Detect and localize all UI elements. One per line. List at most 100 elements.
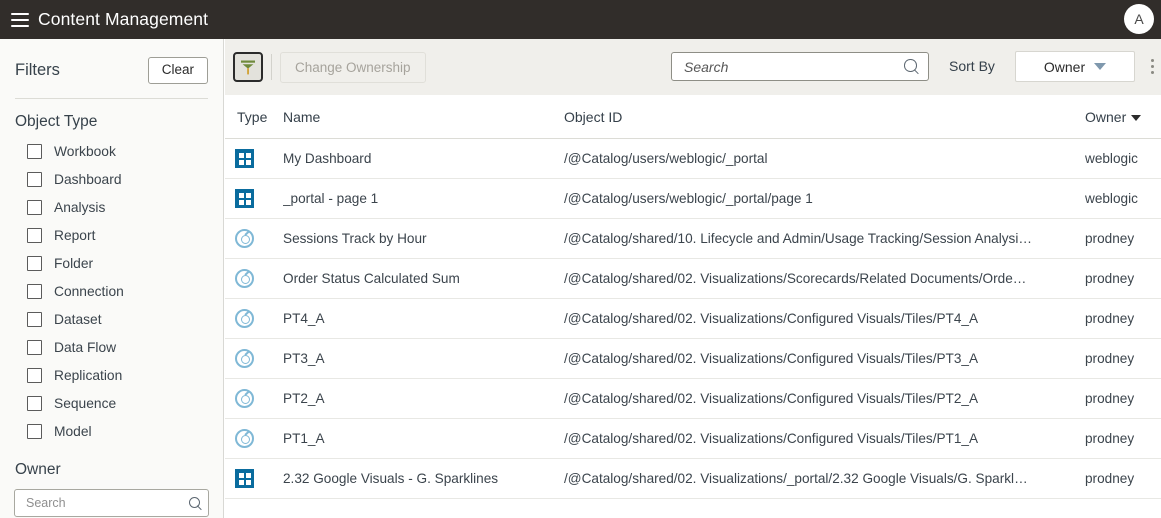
- table-row[interactable]: _portal - page 1 /@Catalog/users/weblogi…: [225, 179, 1161, 219]
- row-owner: prodney: [1085, 311, 1135, 326]
- analysis-icon: [235, 389, 254, 408]
- filter-item-replication[interactable]: Replication: [0, 361, 223, 389]
- hamburger-icon[interactable]: [11, 12, 29, 27]
- filter-item-data-flow[interactable]: Data Flow: [0, 333, 223, 361]
- sort-by-value: Owner: [1043, 58, 1086, 75]
- row-type-cell: [225, 229, 283, 248]
- filter-item-connection[interactable]: Connection: [0, 277, 223, 305]
- table-row[interactable]: My Dashboard /@Catalog/users/weblogic/_p…: [225, 139, 1161, 179]
- row-name-cell[interactable]: My Dashboard: [283, 151, 564, 166]
- dashboard-icon: [235, 189, 254, 208]
- owner-search-input[interactable]: [24, 495, 189, 511]
- row-name-cell[interactable]: PT2_A: [283, 391, 564, 406]
- table-row[interactable]: 2.32 Google Visuals - G. Sparklines /@Ca…: [225, 459, 1161, 499]
- filter-label: Analysis: [54, 199, 106, 215]
- table-row[interactable]: PT3_A /@Catalog/shared/02. Visualization…: [225, 339, 1161, 379]
- filter-toggle-button[interactable]: [233, 52, 263, 82]
- row-owner-cell: prodney: [1085, 471, 1161, 486]
- row-owner: prodney: [1085, 351, 1135, 366]
- checkbox-sequence[interactable]: [27, 395, 42, 411]
- filters-sidebar: Filters Clear Object Type Workbook Dashb…: [0, 39, 224, 518]
- filter-label: Dataset: [54, 311, 102, 327]
- filter-item-sequence[interactable]: Sequence: [0, 389, 223, 417]
- row-owner-cell: prodney: [1085, 431, 1161, 446]
- change-ownership-button[interactable]: Change Ownership: [280, 51, 426, 83]
- row-object-id: /@Catalog/shared/02. Visualizations/_por…: [564, 471, 1028, 486]
- row-name-cell[interactable]: PT3_A: [283, 351, 564, 366]
- checkbox-dataset[interactable]: [27, 311, 42, 327]
- filters-title: Filters: [15, 61, 60, 79]
- row-name-cell[interactable]: 2.32 Google Visuals - G. Sparklines: [283, 471, 564, 486]
- dashboard-icon: [235, 149, 254, 168]
- checkbox-folder[interactable]: [27, 255, 42, 271]
- more-options-icon[interactable]: [1151, 59, 1154, 74]
- filter-item-workbook[interactable]: Workbook: [0, 137, 223, 165]
- filter-item-model[interactable]: Model: [0, 417, 223, 445]
- clear-filters-button[interactable]: Clear: [147, 57, 208, 84]
- sort-descending-icon: [1131, 114, 1142, 121]
- avatar[interactable]: A: [1124, 4, 1154, 34]
- filter-label: Replication: [54, 367, 123, 383]
- row-name-cell[interactable]: PT1_A: [283, 431, 564, 446]
- column-header-owner[interactable]: Owner: [1085, 109, 1161, 125]
- row-name-cell[interactable]: _portal - page 1: [283, 191, 564, 206]
- owner-search-field[interactable]: [14, 489, 209, 517]
- row-owner-cell: prodney: [1085, 391, 1161, 406]
- body-area: Filters Clear Object Type Workbook Dashb…: [0, 39, 1161, 518]
- dashboard-icon: [235, 469, 254, 488]
- sort-by-select[interactable]: Owner: [1015, 51, 1135, 82]
- sort-by-label: Sort By: [949, 58, 995, 74]
- checkbox-analysis[interactable]: [27, 199, 42, 215]
- row-type-cell: [225, 429, 283, 448]
- column-header-type[interactable]: Type: [225, 109, 283, 125]
- row-object-id-cell: /@Catalog/shared/02. Visualizations/Conf…: [564, 391, 1085, 406]
- table-row[interactable]: PT2_A /@Catalog/shared/02. Visualization…: [225, 379, 1161, 419]
- owner-filter-title: Owner: [15, 461, 61, 478]
- filter-item-analysis[interactable]: Analysis: [0, 193, 223, 221]
- checkbox-model[interactable]: [27, 423, 42, 439]
- checkbox-dashboard[interactable]: [27, 171, 42, 187]
- object-type-title: Object Type: [15, 113, 98, 130]
- content-search-field[interactable]: [671, 52, 929, 81]
- row-type-cell: [225, 189, 283, 208]
- row-name-cell[interactable]: PT4_A: [283, 311, 564, 326]
- row-name: _portal - page 1: [283, 191, 379, 206]
- checkbox-replication[interactable]: [27, 367, 42, 383]
- row-type-cell: [225, 149, 283, 168]
- row-object-id-cell: /@Catalog/shared/02. Visualizations/_por…: [564, 471, 1085, 486]
- main-content: Change Ownership Sort By Owner Type Name…: [225, 39, 1161, 518]
- row-type-cell: [225, 469, 283, 488]
- analysis-icon: [235, 269, 254, 288]
- table-row[interactable]: Sessions Track by Hour /@Catalog/shared/…: [225, 219, 1161, 259]
- column-header-name[interactable]: Name: [283, 109, 564, 125]
- row-object-id-cell: /@Catalog/shared/02. Visualizations/Conf…: [564, 351, 1085, 366]
- filter-item-report[interactable]: Report: [0, 221, 223, 249]
- table-row[interactable]: PT4_A /@Catalog/shared/02. Visualization…: [225, 299, 1161, 339]
- row-name-cell[interactable]: Sessions Track by Hour: [283, 231, 564, 246]
- table-row[interactable]: Order Status Calculated Sum /@Catalog/sh…: [225, 259, 1161, 299]
- row-object-id-cell: /@Catalog/users/weblogic/_portal/page 1: [564, 191, 1085, 206]
- row-name: Order Status Calculated Sum: [283, 271, 460, 286]
- filter-item-dashboard[interactable]: Dashboard: [0, 165, 223, 193]
- row-object-id-cell: /@Catalog/shared/02. Visualizations/Conf…: [564, 431, 1085, 446]
- checkbox-workbook[interactable]: [27, 143, 42, 159]
- toolbar-divider: [271, 54, 272, 80]
- filter-item-dataset[interactable]: Dataset: [0, 305, 223, 333]
- filter-item-folder[interactable]: Folder: [0, 249, 223, 277]
- search-input[interactable]: [682, 57, 904, 76]
- row-object-id: /@Catalog/users/weblogic/_portal: [564, 151, 768, 166]
- row-name: PT3_A: [283, 351, 325, 366]
- row-owner: weblogic: [1085, 191, 1138, 206]
- checkbox-report[interactable]: [27, 227, 42, 243]
- row-object-id: /@Catalog/shared/02. Visualizations/Scor…: [564, 271, 1027, 286]
- checkbox-connection[interactable]: [27, 283, 42, 299]
- row-owner-cell: weblogic: [1085, 151, 1161, 166]
- filter-label: Dashboard: [54, 171, 122, 187]
- row-type-cell: [225, 389, 283, 408]
- table-row[interactable]: PT1_A /@Catalog/shared/02. Visualization…: [225, 419, 1161, 459]
- row-name-cell[interactable]: Order Status Calculated Sum: [283, 271, 564, 286]
- column-header-object-id[interactable]: Object ID: [564, 109, 1085, 125]
- analysis-icon: [235, 429, 254, 448]
- checkbox-data-flow[interactable]: [27, 339, 42, 355]
- row-owner-cell: prodney: [1085, 271, 1161, 286]
